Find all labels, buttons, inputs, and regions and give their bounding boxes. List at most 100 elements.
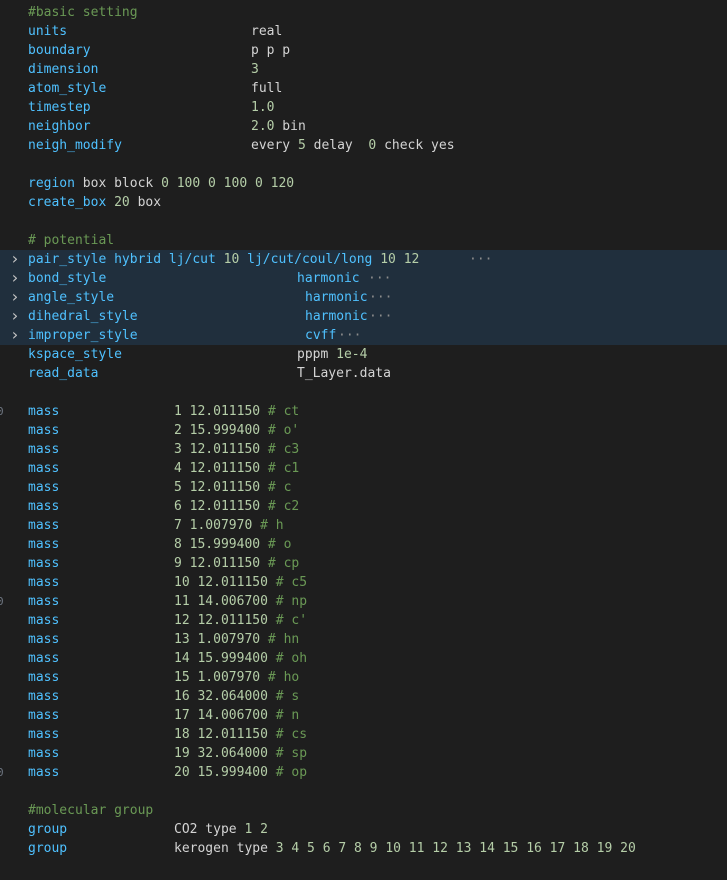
code-token: harmonic	[305, 290, 368, 305]
code-token: T_Layer.data	[297, 366, 391, 381]
code-token: 13 1.007970 # hn	[174, 632, 300, 647]
code-line[interactable]: 0 mass 1 12.011150 # ct	[0, 402, 727, 421]
code-token: 19 32.064000 # sp	[174, 746, 308, 761]
code-line[interactable]: #basic setting	[0, 3, 727, 22]
code-line[interactable]: group kerogen type 3 4 5 6 7 8 9 10 11 12…	[0, 839, 727, 858]
code-line[interactable]	[0, 383, 727, 402]
code-line[interactable]	[0, 155, 727, 174]
code-line[interactable]: › improper_style cvff ···	[0, 326, 727, 345]
code-token: timestep	[28, 100, 91, 115]
code-token: real	[251, 24, 283, 39]
code-token: dimension	[28, 62, 99, 77]
code-line[interactable]: neigh_modify every 5 delay 0 check yes	[0, 136, 727, 155]
code-line[interactable]: mass 7 1.007970 # h	[0, 516, 727, 535]
code-token: 14 15.999400 # oh	[174, 651, 308, 666]
fold-chevron-right-icon[interactable]: ›	[10, 288, 24, 306]
fold-chevron-right-icon[interactable]: ›	[10, 250, 24, 268]
code-token: 2.0 bin	[251, 119, 306, 134]
code-token: mass	[28, 518, 60, 533]
fold-chevron-right-icon[interactable]: ›	[10, 269, 24, 287]
code-token: 2 15.999400 # o'	[174, 423, 300, 438]
code-line[interactable]: mass 16 32.064000 # s	[0, 687, 727, 706]
code-line[interactable]: › dihedral_style harmonic ···	[0, 307, 727, 326]
code-line[interactable]: 0 mass 20 15.999400 # op	[0, 763, 727, 782]
code-token: mass	[28, 613, 60, 628]
code-line[interactable]: › bond_style harmonic ···	[0, 269, 727, 288]
code-line[interactable]	[0, 212, 727, 231]
code-line[interactable]: mass 14 15.999400 # oh	[0, 649, 727, 668]
code-token: units	[28, 24, 68, 39]
code-line[interactable]: atom_style full	[0, 79, 727, 98]
code-line[interactable]: kspace_style pppm 1e-4	[0, 345, 727, 364]
code-token: 17 14.006700 # n	[174, 708, 300, 723]
folded-ellipsis[interactable]: ···	[338, 326, 361, 345]
code-line[interactable]	[0, 782, 727, 801]
code-line[interactable]: mass 13 1.007970 # hn	[0, 630, 727, 649]
code-token: CO2 type 1 2	[174, 822, 268, 837]
code-token: 3	[251, 62, 259, 77]
folded-ellipsis[interactable]: ···	[368, 269, 391, 288]
code-line[interactable]: 0 mass 11 14.006700 # np	[0, 592, 727, 611]
code-line[interactable]: mass 3 12.011150 # c3	[0, 440, 727, 459]
fold-chevron-right-icon[interactable]: ›	[10, 326, 24, 344]
code-line[interactable]: mass 6 12.011150 # c2	[0, 497, 727, 516]
code-token: group	[28, 841, 68, 856]
fold-chevron-right-icon[interactable]: ›	[10, 307, 24, 325]
code-line[interactable]: mass 2 15.999400 # o'	[0, 421, 727, 440]
code-token: 6 12.011150 # c2	[174, 499, 300, 514]
comment-text: #molecular group	[28, 803, 154, 818]
code-token: mass	[28, 594, 60, 609]
code-token: mass	[28, 423, 60, 438]
code-line[interactable]: timestep 1.0	[0, 98, 727, 117]
code-line[interactable]: mass 4 12.011150 # c1	[0, 459, 727, 478]
code-token: 16 32.064000 # s	[174, 689, 300, 704]
folded-ellipsis[interactable]: ···	[469, 250, 492, 269]
code-line[interactable]: mass 12 12.011150 # c'	[0, 611, 727, 630]
code-token: 3 12.011150 # c3	[174, 442, 300, 457]
code-line[interactable]: group CO2 type 1 2	[0, 820, 727, 839]
code-token: mass	[28, 404, 60, 419]
code-token: atom_style	[28, 81, 107, 96]
code-line[interactable]: mass 19 32.064000 # sp	[0, 744, 727, 763]
code-line[interactable]: mass 8 15.999400 # o	[0, 535, 727, 554]
code-token: bond_style	[28, 271, 107, 286]
folded-ellipsis[interactable]: ···	[369, 288, 392, 307]
code-token: mass	[28, 480, 60, 495]
code-line[interactable]: mass 18 12.011150 # cs	[0, 725, 727, 744]
folded-ellipsis[interactable]: ···	[369, 307, 392, 326]
code-line[interactable]: › pair_style hybrid lj/cut 10 lj/cut/coul…	[0, 250, 727, 269]
code-line[interactable]: region box block 0 100 0 100 0 120	[0, 174, 727, 193]
code-line[interactable]: mass 10 12.011150 # c5	[0, 573, 727, 592]
code-line[interactable]: units real	[0, 22, 727, 41]
code-line[interactable]: # potential	[0, 231, 727, 250]
code-line[interactable]: mass 15 1.007970 # ho	[0, 668, 727, 687]
code-token: 20 15.999400 # op	[174, 765, 308, 780]
code-token: mass	[28, 575, 60, 590]
code-token: mass	[28, 708, 60, 723]
code-line[interactable]: › angle_style harmonic ···	[0, 288, 727, 307]
code-line[interactable]: mass 5 12.011150 # c	[0, 478, 727, 497]
code-token: kerogen type 3 4 5 6 7 8 9 10 11 12 13 1…	[174, 841, 636, 856]
code-line[interactable]: #molecular group	[0, 801, 727, 820]
code-token: 10 12.011150 # c5	[174, 575, 308, 590]
code-token: mass	[28, 461, 60, 476]
code-line[interactable]: mass 17 14.006700 # n	[0, 706, 727, 725]
line-number: 0	[0, 405, 4, 418]
code-editor[interactable]: #basic setting units real boundary p p p dime…	[0, 3, 727, 858]
code-token: neigh_modify	[28, 138, 122, 153]
code-line[interactable]: mass 9 12.011150 # cp	[0, 554, 727, 573]
code-token: mass	[28, 556, 60, 571]
code-token: region box block 0 100 0 100 0 120	[28, 176, 295, 191]
code-line[interactable]: dimension 3	[0, 60, 727, 79]
code-token: harmonic	[305, 309, 368, 324]
code-token: mass	[28, 632, 60, 647]
code-line[interactable]: read_data T_Layer.data	[0, 364, 727, 383]
code-token: 11 14.006700 # np	[174, 594, 308, 609]
code-line[interactable]: neighbor 2.0 bin	[0, 117, 727, 136]
comment-text: #basic setting	[28, 5, 138, 20]
code-token: 4 12.011150 # c1	[174, 461, 300, 476]
code-line[interactable]: create_box 20 box	[0, 193, 727, 212]
code-token: mass	[28, 670, 60, 685]
code-line[interactable]: boundary p p p	[0, 41, 727, 60]
code-token: mass	[28, 765, 60, 780]
